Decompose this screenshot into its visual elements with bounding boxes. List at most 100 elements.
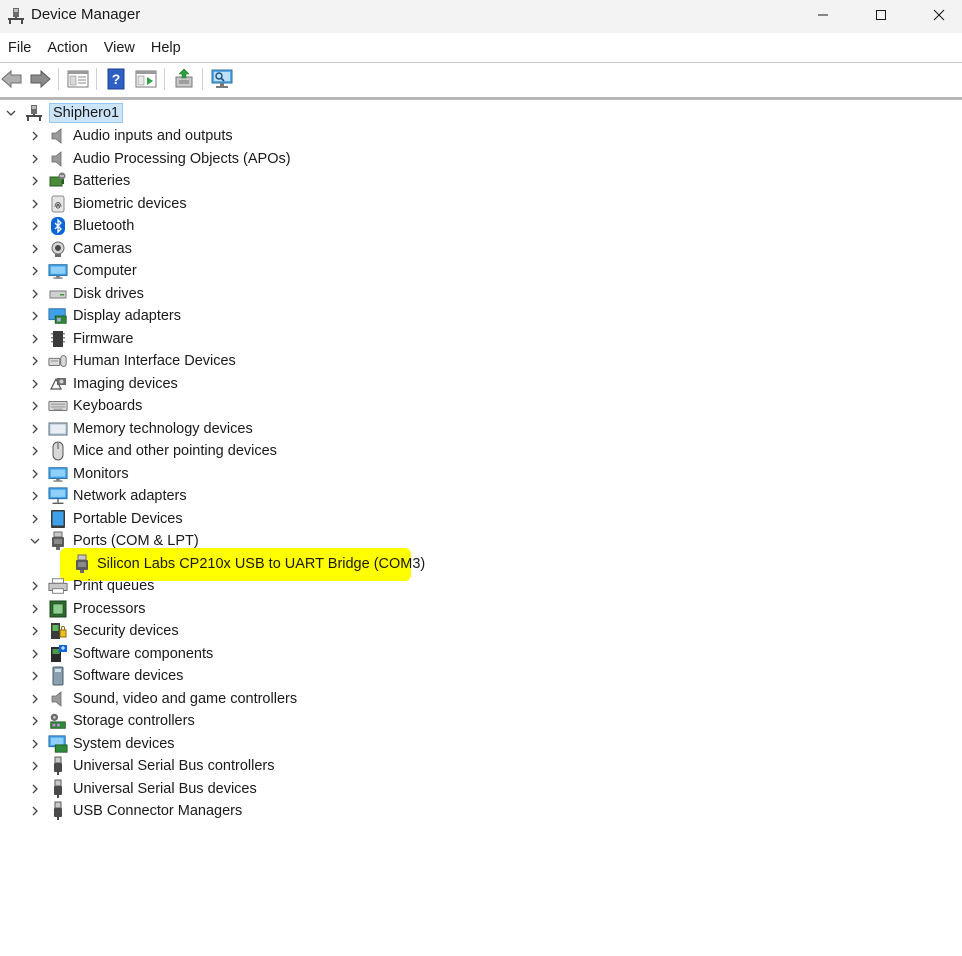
tree-item-label[interactable]: Processors [73,601,146,617]
tree-item-label[interactable]: Imaging devices [73,376,178,392]
tree-item-label[interactable]: Batteries [73,173,130,189]
tree-item-label[interactable]: Mice and other pointing devices [73,443,277,459]
tree-item-human-interface-devices[interactable]: Human Interface Devices [28,350,236,372]
maximize-button[interactable] [852,0,910,30]
chevron-right-icon[interactable] [28,669,42,683]
chevron-right-icon[interactable] [28,647,42,661]
tree-item-keyboards[interactable]: Keyboards [28,395,142,417]
tree-item-software-devices[interactable]: Software devices [28,665,183,687]
close-button[interactable] [910,0,962,30]
tree-item-ports-com-lpt[interactable]: Ports (COM & LPT) [28,530,199,552]
tree-item-label[interactable]: USB Connector Managers [73,803,242,819]
tree-item-label[interactable]: Software devices [73,668,183,684]
tree-item-universal-serial-bus-devices[interactable]: Universal Serial Bus devices [28,778,257,800]
tree-item-label[interactable]: Biometric devices [73,196,187,212]
tree-item-label[interactable]: Human Interface Devices [73,353,236,369]
menu-view[interactable]: View [96,35,143,61]
tree-item-network-adapters[interactable]: Network adapters [28,485,187,507]
chevron-right-icon[interactable] [28,579,42,593]
tree-item-mice-and-other-pointing-devices[interactable]: Mice and other pointing devices [28,440,277,462]
tree-item-label[interactable]: Security devices [73,623,179,639]
minimize-button[interactable] [794,0,852,30]
device-tree[interactable]: Shiphero1 Audio inputs and outputs Audio … [0,101,962,956]
help-button[interactable]: ? [104,67,128,91]
chevron-right-icon[interactable] [28,219,42,233]
tree-item-label[interactable]: Storage controllers [73,713,195,729]
chevron-right-icon[interactable] [28,804,42,818]
tree-item-biometric-devices[interactable]: Biometric devices [28,193,187,215]
update-driver-button[interactable] [172,67,196,91]
chevron-right-icon[interactable] [28,714,42,728]
chevron-right-icon[interactable] [28,197,42,211]
chevron-right-icon[interactable] [28,737,42,751]
menu-help[interactable]: Help [143,35,189,61]
tree-item-label[interactable]: Portable Devices [73,511,183,527]
tree-item-label[interactable]: Keyboards [73,398,142,414]
forward-button[interactable] [28,67,52,91]
chevron-right-icon[interactable] [28,782,42,796]
tree-item-label[interactable]: Disk drives [73,286,144,302]
chevron-right-icon[interactable] [28,512,42,526]
chevron-right-icon[interactable] [28,354,42,368]
title-bar[interactable]: Device Manager [0,0,962,33]
tree-item-firmware[interactable]: Firmware [28,328,133,350]
chevron-right-icon[interactable] [28,152,42,166]
chevron-right-icon[interactable] [28,602,42,616]
tree-item-label[interactable]: Software components [73,646,213,662]
chevron-right-icon[interactable] [28,129,42,143]
tree-item-universal-serial-bus-controllers[interactable]: Universal Serial Bus controllers [28,755,274,777]
chevron-right-icon[interactable] [28,287,42,301]
tree-item-monitors[interactable]: Monitors [28,463,129,485]
chevron-right-icon[interactable] [28,444,42,458]
chevron-right-icon[interactable] [28,309,42,323]
tree-item-computer[interactable]: Computer [28,260,137,282]
tree-item-label[interactable]: Audio Processing Objects (APOs) [73,151,291,167]
chevron-right-icon[interactable] [28,377,42,391]
tree-item-system-devices[interactable]: System devices [28,733,175,755]
tree-item-cameras[interactable]: Cameras [28,238,132,260]
tree-item-label[interactable]: Cameras [73,241,132,257]
menu-action[interactable]: Action [39,35,95,61]
tree-item-security-devices[interactable]: Security devices [28,620,179,642]
tree-item-memory-technology-devices[interactable]: Memory technology devices [28,418,253,440]
tree-item-sound-video-and-game-controllers[interactable]: Sound, video and game controllers [28,688,297,710]
tree-item-imaging-devices[interactable]: Imaging devices [28,373,178,395]
scan-hardware-button[interactable] [210,67,234,91]
tree-item-storage-controllers[interactable]: Storage controllers [28,710,195,732]
tree-item-label[interactable]: Firmware [73,331,133,347]
properties-button[interactable] [134,67,158,91]
tree-root[interactable]: Shiphero1 [4,102,124,124]
chevron-right-icon[interactable] [28,399,42,413]
chevron-right-icon[interactable] [28,422,42,436]
tree-item-silicon-labs-cp210x-usb-to-uart-bridge-com3[interactable]: Silicon Labs CP210x USB to UART Bridge (… [72,553,425,575]
chevron-right-icon[interactable] [28,332,42,346]
chevron-right-icon[interactable] [28,264,42,278]
tree-item-label[interactable]: Bluetooth [73,218,134,234]
tree-item-label[interactable]: Memory technology devices [73,421,253,437]
tree-root-label[interactable]: Shiphero1 [49,103,124,123]
tree-item-label[interactable]: Network adapters [73,488,187,504]
chevron-right-icon[interactable] [28,174,42,188]
tree-item-display-adapters[interactable]: Display adapters [28,305,181,327]
tree-item-label[interactable]: Ports (COM & LPT) [73,533,199,549]
tree-item-software-components[interactable]: Software components [28,643,213,665]
tree-item-label[interactable]: Display adapters [73,308,181,324]
menu-file[interactable]: File [0,35,39,61]
tree-item-label[interactable]: Universal Serial Bus controllers [73,758,274,774]
chevron-down-icon[interactable] [28,534,42,548]
show-hide-console-tree-button[interactable] [66,67,90,91]
tree-item-portable-devices[interactable]: Portable Devices [28,508,183,530]
tree-item-processors[interactable]: Processors [28,598,146,620]
tree-item-usb-connector-managers[interactable]: USB Connector Managers [28,800,242,822]
tree-item-batteries[interactable]: Batteries [28,170,130,192]
chevron-right-icon[interactable] [28,624,42,638]
tree-item-bluetooth[interactable]: Bluetooth [28,215,134,237]
tree-item-disk-drives[interactable]: Disk drives [28,283,144,305]
chevron-right-icon[interactable] [28,489,42,503]
chevron-right-icon[interactable] [28,242,42,256]
tree-item-audio-inputs-and-outputs[interactable]: Audio inputs and outputs [28,125,233,147]
tree-item-audio-processing-objects-apos[interactable]: Audio Processing Objects (APOs) [28,148,291,170]
chevron-right-icon[interactable] [28,759,42,773]
chevron-right-icon[interactable] [28,692,42,706]
tree-item-label[interactable]: System devices [73,736,175,752]
